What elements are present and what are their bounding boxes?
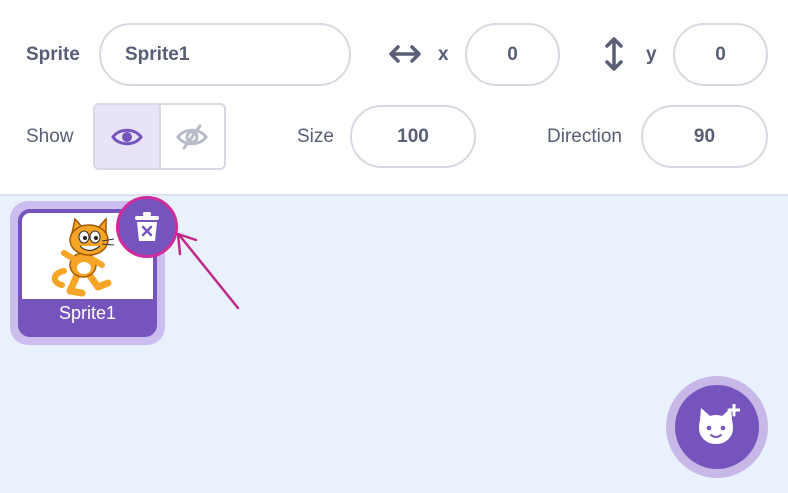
visibility-toggle xyxy=(93,103,226,170)
y-label: y xyxy=(646,44,657,65)
direction-label: Direction xyxy=(547,126,622,147)
add-sprite-button[interactable] xyxy=(675,385,759,469)
pointer-arrow-icon xyxy=(176,232,240,310)
sprite-label: Sprite xyxy=(26,44,80,65)
size-label: Size xyxy=(297,126,334,147)
size-input[interactable]: 100 xyxy=(350,105,476,168)
hide-button[interactable] xyxy=(161,105,225,168)
show-button[interactable] xyxy=(95,105,161,168)
add-sprite-cat-icon xyxy=(699,404,740,444)
show-label: Show xyxy=(26,126,74,147)
sprite-name-input[interactable] xyxy=(99,23,351,86)
x-label: x xyxy=(438,44,449,65)
horizontal-arrows-icon xyxy=(389,45,421,63)
delete-sprite-button[interactable] xyxy=(116,196,178,258)
sprite-info-screen: Sprite x 0 y 0 Show xyxy=(0,0,788,493)
trash-icon xyxy=(135,212,159,241)
sprite-tile-name: Sprite1 xyxy=(58,303,117,323)
eye-icon xyxy=(110,128,143,145)
x-input[interactable]: 0 xyxy=(465,23,560,86)
sprite-info-panel: Sprite x 0 y 0 Show xyxy=(0,0,788,196)
y-input[interactable]: 0 xyxy=(673,23,768,86)
vertical-arrows-icon xyxy=(605,37,623,71)
eye-slash-icon xyxy=(176,124,209,149)
direction-input[interactable]: 90 xyxy=(641,105,768,168)
